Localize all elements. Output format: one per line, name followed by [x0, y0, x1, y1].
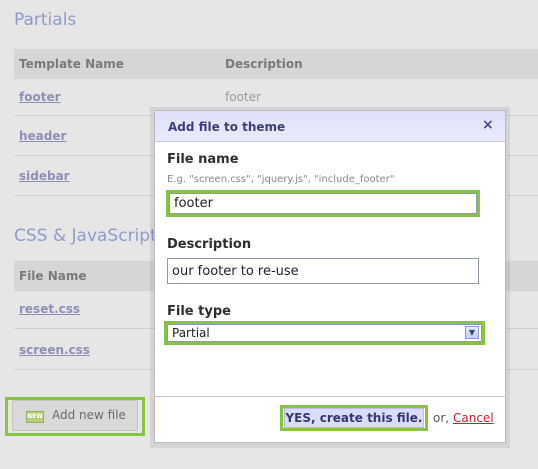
- cancel-link[interactable]: Cancel: [453, 411, 494, 425]
- modal-divider: [155, 396, 505, 397]
- partials-heading: Partials: [14, 10, 77, 30]
- new-file-icon: NEW: [26, 411, 44, 423]
- partial-description-footer: footer: [225, 90, 261, 104]
- file-name-input[interactable]: [169, 193, 477, 214]
- asset-link-reset-css[interactable]: reset.css: [19, 302, 80, 316]
- modal-title: Add file to theme: [168, 120, 286, 134]
- file-name-hint: E.g. "screen.css", "jquery.js", "include…: [167, 174, 395, 185]
- file-type-label: File type: [167, 304, 231, 319]
- asset-link-screen-css[interactable]: screen.css: [19, 343, 90, 357]
- partial-link-footer[interactable]: footer: [19, 90, 61, 104]
- partial-link-header[interactable]: header: [19, 129, 66, 143]
- or-text: or,: [433, 411, 450, 425]
- create-file-button[interactable]: YES, create this file.: [284, 408, 424, 428]
- css-js-heading: CSS & JavaScript: [14, 226, 157, 246]
- column-template-name: Template Name: [19, 57, 124, 71]
- file-type-select[interactable]: [167, 324, 482, 342]
- file-name-label: File name: [167, 152, 239, 167]
- description-input[interactable]: [167, 258, 479, 284]
- close-icon[interactable]: ×: [482, 117, 494, 133]
- column-description: Description: [225, 57, 303, 71]
- chevron-down-icon[interactable]: ▼: [465, 326, 479, 339]
- column-file-name: File Name: [19, 269, 87, 283]
- description-label: Description: [167, 237, 252, 252]
- partial-link-sidebar[interactable]: sidebar: [19, 169, 70, 183]
- file-type-value: Partial: [172, 326, 210, 340]
- add-new-file-label: Add new file: [52, 408, 126, 422]
